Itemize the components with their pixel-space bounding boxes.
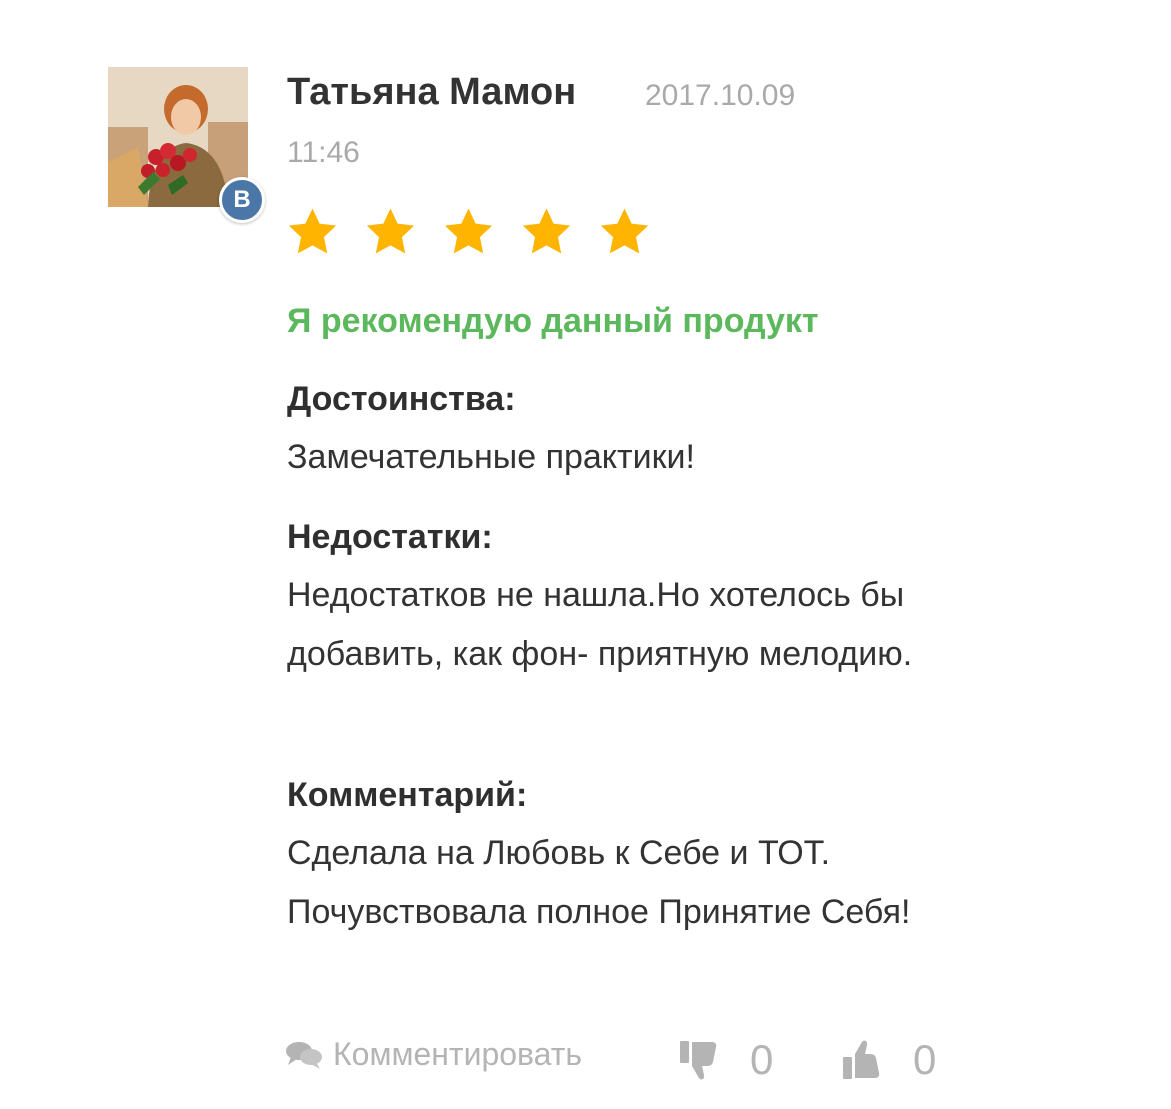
review-time: 11:46	[287, 136, 360, 169]
review-date: 2017.10.09	[645, 79, 796, 112]
avatar-container: B	[108, 67, 265, 223]
like-button[interactable]: 0	[841, 1036, 936, 1084]
cons-title: Недостатки:	[287, 518, 493, 556]
star-icon	[366, 208, 415, 254]
thumbs-up-icon	[843, 1040, 880, 1079]
comment-title: Комментарий:	[287, 776, 528, 814]
thumbs-down-icon	[680, 1041, 717, 1080]
pros-text: Замечательные практики!	[287, 438, 695, 476]
review-actions: Комментировать 0 0	[285, 1030, 985, 1090]
cons-text: Недостатков не нашла.Но хотелось бы доба…	[287, 576, 913, 673]
star-icon	[522, 208, 571, 254]
star-icon	[288, 208, 337, 254]
speech-bubbles-icon	[286, 1041, 322, 1069]
star-rating	[285, 205, 652, 260]
comment-text: Сделала на Любовь к Себе и ТОТ. Почувств…	[287, 834, 911, 931]
review-card: B Татьяна Мамон 2017.10.09 11:46 Я реком…	[0, 0, 1171, 1109]
recommend-label: Я рекомендую данный продукт	[287, 302, 819, 340]
dislike-button[interactable]: 0	[678, 1036, 773, 1084]
author-name[interactable]: Татьяна Мамон	[287, 71, 576, 114]
star-icon	[444, 208, 493, 254]
like-count: 0	[913, 1036, 937, 1083]
pros-title: Достоинства:	[287, 380, 516, 418]
star-icon	[600, 208, 649, 254]
comment-button[interactable]: Комментировать	[285, 1036, 582, 1073]
dislike-count: 0	[750, 1036, 774, 1083]
vk-badge: B	[219, 177, 265, 223]
comment-button-label: Комментировать	[333, 1036, 583, 1072]
